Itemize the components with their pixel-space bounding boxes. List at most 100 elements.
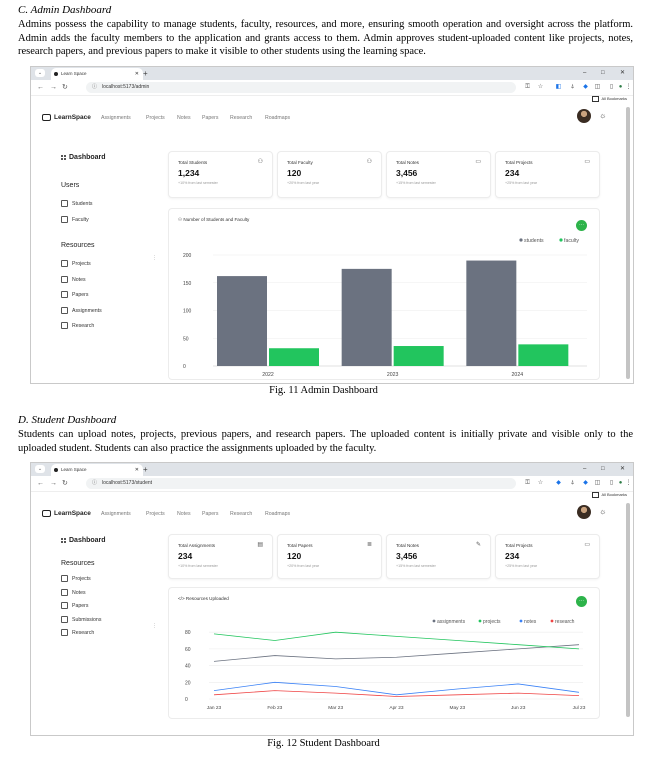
nav-assignments[interactable]: Assignments (101, 115, 131, 121)
sidebar-dashboard[interactable]: Dashboard (61, 154, 106, 161)
nav-papers[interactable]: Papers (202, 115, 218, 121)
avatar[interactable] (577, 109, 591, 123)
sidebar-item-faculty[interactable]: Faculty (61, 216, 89, 223)
nav-roadmaps[interactable]: Roadmaps (265, 511, 290, 517)
puzzle-icon[interactable]: ◫ (594, 479, 601, 487)
reload-icon[interactable]: ↻ (62, 476, 68, 491)
sidebar-item-research[interactable]: Research (61, 322, 94, 329)
site-info-icon[interactable]: ⓘ (92, 82, 97, 93)
nav-assignments[interactable]: Assignments (101, 511, 131, 517)
sidebar-item-notes[interactable]: Notes (61, 589, 86, 596)
pin-icon[interactable]: ⍋ (569, 83, 576, 91)
sidebar-icon[interactable]: ▯ (608, 479, 615, 487)
menu-icon[interactable]: ⋮ (625, 83, 632, 91)
sidebar-item-notes[interactable]: Notes (61, 276, 86, 283)
key-icon[interactable]: ⚿ (524, 83, 531, 91)
profile-icon[interactable]: ● (617, 83, 624, 91)
stat-card-papers: Total Papers 120 +20% from last year ≣ (277, 534, 382, 579)
site-info-icon[interactable]: ⓘ (92, 478, 97, 489)
browser-tab[interactable]: Learn Space ✕ (51, 464, 143, 476)
profile-icon[interactable]: ● (617, 479, 624, 487)
nav-projects[interactable]: Projects (146, 115, 165, 121)
puzzle-icon[interactable]: ◫ (594, 83, 601, 91)
monitor-icon: ▭ (584, 542, 590, 548)
sun-icon[interactable]: ☼ (599, 507, 606, 516)
line-notes (213, 681, 580, 696)
sidebar-item-projects[interactable]: Projects (61, 260, 91, 267)
users-heading: Users (61, 182, 80, 189)
nav-papers[interactable]: Papers (202, 511, 218, 517)
sidebar-item-research[interactable]: Research (61, 629, 94, 636)
back-icon[interactable]: ← (37, 476, 44, 491)
star-icon[interactable]: ☆ (537, 83, 544, 91)
y-tick-label: 80 (185, 630, 191, 636)
sidebar-item-assignments[interactable]: Assignments (61, 307, 102, 314)
stat-card-projects: Total Projects 234 +25% from last year ▭ (495, 151, 600, 198)
url-input[interactable]: ⓘ localhost:5173/admin (86, 82, 516, 93)
key-icon[interactable]: ⚿ (524, 479, 531, 487)
close-tab-icon[interactable]: ✕ (135, 68, 139, 80)
sun-icon[interactable]: ☼ (599, 111, 606, 120)
nav-roadmaps[interactable]: Roadmaps (265, 115, 290, 121)
extension-icon[interactable]: ◆ (555, 479, 562, 487)
sidebar-dashboard[interactable]: Dashboard (61, 537, 106, 544)
nav-projects[interactable]: Projects (146, 511, 165, 517)
close-tab-icon[interactable]: ✕ (135, 464, 139, 476)
star-icon[interactable]: ☆ (537, 479, 544, 487)
avatar[interactable] (577, 505, 591, 519)
sidebar-item-submissions[interactable]: Submissions (61, 616, 101, 623)
menu-icon[interactable]: ⋮ (625, 479, 632, 487)
minimize-button[interactable]: – (583, 67, 586, 80)
maximize-button[interactable]: □ (601, 67, 605, 80)
tab-menu-button[interactable]: ⌄ (35, 69, 45, 77)
logo[interactable]: LearnSpace (42, 114, 91, 121)
forward-icon[interactable]: → (50, 476, 57, 491)
all-bookmarks[interactable]: All Bookmarks (592, 96, 627, 102)
bar-students-2023 (341, 268, 392, 366)
tab-title: Learn Space (61, 71, 87, 76)
card-title: Total Students (178, 160, 208, 165)
nav-research[interactable]: Research (230, 115, 252, 121)
dropper-icon[interactable]: ◆ (582, 83, 589, 91)
close-window-button[interactable]: ✕ (620, 67, 625, 80)
sidebar-item-label: Faculty (72, 216, 89, 223)
browser-tab[interactable]: Learn Space ✕ (51, 68, 143, 80)
url-input[interactable]: ⓘ localhost:5173/student (86, 478, 516, 489)
legend-marker-research (550, 619, 554, 623)
minimize-button[interactable]: – (583, 463, 586, 476)
clipboard-icon (61, 616, 68, 623)
bar-faculty-2024 (518, 344, 569, 366)
monitor-icon (61, 575, 68, 582)
dropper-icon[interactable]: ◆ (582, 479, 589, 487)
pin-icon[interactable]: ⍋ (569, 479, 576, 487)
sidebar-icon[interactable]: ▯ (608, 83, 615, 91)
all-bookmarks[interactable]: All Bookmarks (592, 492, 627, 498)
sidebar-resize-handle[interactable]: ⋮ (152, 623, 157, 629)
reload-icon[interactable]: ↻ (62, 80, 68, 95)
nav-notes[interactable]: Notes (177, 511, 191, 517)
legend-label-projects: projects (483, 619, 501, 625)
clipboard-icon: ▤ (257, 542, 263, 548)
maximize-button[interactable]: □ (601, 463, 605, 476)
tab-menu-button[interactable]: ⌄ (35, 465, 45, 473)
bookmarks-label: All Bookmarks (601, 96, 627, 102)
page-scrollbar[interactable] (626, 107, 630, 379)
back-icon[interactable]: ← (37, 80, 44, 95)
nav-research[interactable]: Research (230, 511, 252, 517)
building-icon (61, 216, 68, 223)
close-window-button[interactable]: ✕ (620, 463, 625, 476)
book-icon (42, 114, 51, 121)
new-tab-button[interactable]: + (143, 463, 148, 476)
logo[interactable]: LearnSpace (42, 510, 91, 517)
extension-icon[interactable]: ◧ (555, 83, 562, 91)
forward-icon[interactable]: → (50, 80, 57, 95)
sidebar-resize-handle[interactable]: ⋮ (152, 255, 157, 261)
sidebar-item-papers[interactable]: Papers (61, 602, 88, 609)
sidebar-item-projects[interactable]: Projects (61, 575, 91, 582)
sidebar-item-papers[interactable]: Papers (61, 291, 88, 298)
new-tab-button[interactable]: + (143, 67, 148, 80)
stat-card-notes: Total Notes 3,456 +15% from last semeste… (386, 151, 491, 198)
page-scrollbar[interactable] (626, 503, 630, 717)
sidebar-item-students[interactable]: Students (61, 200, 92, 207)
nav-notes[interactable]: Notes (177, 115, 191, 121)
